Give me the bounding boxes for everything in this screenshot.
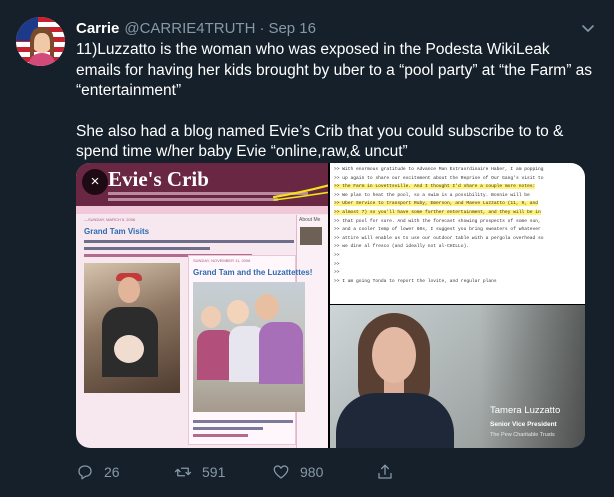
post-text-line bbox=[193, 420, 293, 423]
about-me-label: About Me bbox=[299, 217, 321, 223]
media-grid[interactable]: Evie's Crib × —SUNDAY, MARCH 5, 2006 Gra… bbox=[76, 163, 585, 448]
caption-name: Tamera Luzzatto bbox=[490, 405, 561, 416]
post-date: —SUNDAY, MARCH 5, 2006 bbox=[84, 217, 136, 222]
reply-icon bbox=[78, 465, 92, 480]
like-count: 980 bbox=[300, 464, 324, 480]
separator-dot: · bbox=[259, 19, 265, 37]
tweet-text: 11)Luzzatto is the woman who was exposed… bbox=[76, 40, 596, 163]
caption-role: Senior Vice President bbox=[490, 421, 557, 428]
email-line: >> the Farm in Lovettsville. And I thoug… bbox=[334, 183, 581, 192]
reply-count: 26 bbox=[104, 464, 120, 480]
about-me-photo bbox=[300, 227, 322, 245]
blog-post: SUNDAY, NOVEMBER 11, 2006 Grand Tam and … bbox=[188, 255, 312, 445]
email-line: >> almost 7) so you'll have some further… bbox=[334, 209, 581, 218]
portrait-face bbox=[372, 327, 416, 383]
close-icon[interactable]: × bbox=[82, 169, 108, 195]
tweet-text-paragraph: 11)Luzzatto is the woman who was exposed… bbox=[76, 41, 593, 99]
email-highlight: >> the Farm in Lovettsville. And I thoug… bbox=[334, 184, 536, 190]
post-text-line bbox=[193, 427, 263, 430]
tweet-text-paragraph: She also had a blog named Evie’s Crib th… bbox=[76, 122, 564, 161]
user-handle[interactable]: @CARRIE4TRUTH bbox=[124, 20, 255, 37]
email-line: >> attire will enable us to use our outd… bbox=[334, 235, 544, 241]
heart-icon bbox=[273, 465, 289, 479]
tweet-header: Carrie @CARRIE4TRUTH · Sep 16 bbox=[76, 18, 316, 38]
email-line: >> Uber Service to transport Ruby, Emers… bbox=[334, 200, 581, 209]
post-text-line bbox=[84, 240, 294, 243]
email-line: >> bbox=[334, 261, 340, 267]
email-line: >> With enormous gratitude to Advance Ma… bbox=[334, 167, 544, 172]
email-line: >> I am going Tonda to report the lovite… bbox=[334, 278, 497, 284]
post-title: Grand Tam Visits bbox=[84, 227, 150, 236]
blog-subtitle-line bbox=[108, 198, 278, 201]
portrait-jacket bbox=[336, 393, 454, 448]
avatar-image bbox=[16, 17, 65, 66]
email-line: >> that pool for sure. And with the fore… bbox=[334, 218, 541, 224]
retweet-button[interactable]: 591 bbox=[174, 462, 225, 482]
post-text-line bbox=[193, 434, 248, 437]
share-button[interactable] bbox=[376, 462, 404, 482]
tweet-timestamp[interactable]: Sep 16 bbox=[268, 20, 316, 37]
email-highlight: >> Uber Service to transport Ruby, Emers… bbox=[334, 201, 538, 207]
email-line: >> bbox=[334, 252, 340, 258]
chevron-down-icon[interactable] bbox=[580, 20, 596, 36]
blog-photo-woman-with-baby bbox=[84, 263, 180, 393]
post-date: SUNDAY, NOVEMBER 11, 2006 bbox=[193, 258, 251, 263]
caption-org: The Pew Charitable Trusts bbox=[490, 432, 555, 438]
share-icon bbox=[378, 464, 392, 479]
email-line: >> We plan to heat the pool, so a swim i… bbox=[334, 192, 530, 198]
email-line: >> bbox=[334, 270, 340, 276]
display-name[interactable]: Carrie bbox=[76, 20, 119, 37]
tweet: Carrie @CARRIE4TRUTH · Sep 16 11)Luzzatt… bbox=[0, 0, 614, 497]
blog-photo-family bbox=[193, 282, 305, 412]
email-line: >> up again to share our excitement abou… bbox=[334, 175, 544, 181]
email-highlight: >> almost 7) so you'll have some further… bbox=[334, 209, 541, 215]
like-button[interactable]: 980 bbox=[272, 462, 323, 482]
post-title: Grand Tam and the Luzattettes! bbox=[193, 268, 313, 277]
retweet-count: 591 bbox=[202, 464, 226, 480]
tweet-actions: 26 591 980 bbox=[76, 462, 496, 482]
retweet-icon bbox=[174, 467, 192, 477]
portrait-caption: Tamera Luzzatto Senior Vice President Th… bbox=[490, 405, 582, 438]
email-line: >> we dine al fresco (and ideally not al… bbox=[334, 244, 470, 250]
portrait-photo[interactable]: Tamera Luzzatto Senior Vice President Th… bbox=[330, 305, 585, 448]
avatar[interactable] bbox=[16, 17, 65, 66]
email-line: >> and a cooler temp of lower 60s, I sug… bbox=[334, 227, 541, 233]
reply-button[interactable]: 26 bbox=[76, 462, 120, 482]
blog-title: Evie's Crib bbox=[108, 167, 209, 191]
blog-nav-strip bbox=[76, 206, 328, 214]
blog-post: —SUNDAY, MARCH 5, 2006 Grand Tam Visits bbox=[84, 217, 294, 257]
blog-screenshot[interactable]: Evie's Crib × —SUNDAY, MARCH 5, 2006 Gra… bbox=[76, 163, 328, 448]
post-text-line bbox=[84, 247, 210, 250]
email-screenshot[interactable]: >> With enormous gratitude to Advance Ma… bbox=[330, 163, 585, 304]
post-footer bbox=[193, 416, 293, 437]
annotation-arrow-icon bbox=[272, 184, 328, 201]
